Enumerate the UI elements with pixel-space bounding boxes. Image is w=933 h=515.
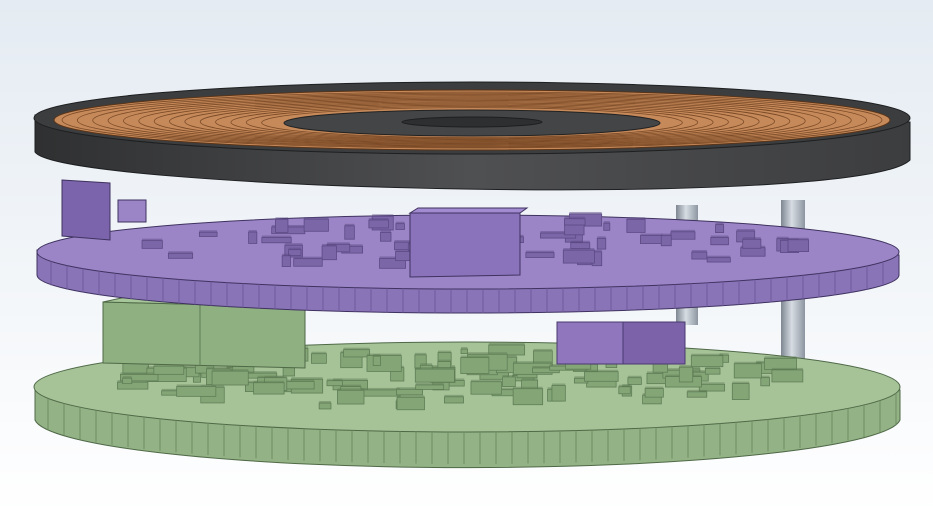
smd-component — [690, 353, 724, 368]
smd-component — [414, 367, 455, 383]
smd-component — [460, 355, 490, 374]
smd-component — [670, 229, 696, 240]
smd-component — [460, 347, 468, 355]
smd-component — [627, 375, 642, 385]
smd-component — [742, 237, 762, 249]
smd-component — [286, 379, 315, 390]
smd-component — [771, 367, 804, 383]
smd-component — [686, 389, 708, 398]
smd-component — [117, 380, 149, 390]
smd-component — [626, 217, 646, 233]
smd-component — [570, 240, 591, 250]
smd-component — [715, 222, 725, 233]
smd-component — [167, 251, 194, 259]
upper-board-tall-component[interactable] — [408, 207, 529, 278]
smd-component — [678, 365, 694, 383]
coil-assembly[interactable] — [33, 81, 911, 191]
smd-component — [395, 221, 405, 230]
smd-component — [470, 379, 502, 395]
smd-component — [198, 230, 218, 237]
smd-component — [337, 388, 365, 405]
smd-component — [293, 256, 323, 267]
smd-component — [640, 233, 663, 244]
smd-component — [564, 216, 586, 226]
smd-component — [618, 384, 631, 395]
smd-component — [153, 364, 185, 375]
smd-component — [281, 253, 291, 267]
smd-component — [248, 230, 258, 244]
smd-component — [603, 221, 611, 231]
smd-component — [141, 238, 163, 249]
coil-center-hole — [401, 116, 543, 128]
smd-component — [444, 394, 464, 404]
smd-component — [380, 230, 392, 242]
smd-component — [698, 382, 726, 392]
smd-component — [733, 361, 762, 379]
smd-component — [344, 223, 355, 240]
smd-component — [596, 236, 607, 250]
smd-component — [176, 384, 217, 397]
smd-component — [787, 237, 810, 252]
smd-component — [551, 383, 566, 402]
smd-component — [396, 395, 425, 411]
smd-component — [321, 243, 337, 261]
smd-component — [360, 387, 401, 397]
smd-component — [326, 378, 343, 387]
smd-component — [303, 217, 329, 232]
smd-component — [704, 366, 721, 375]
smd-component — [710, 235, 729, 246]
smd-component — [706, 255, 731, 263]
smd-component — [318, 401, 332, 410]
smd-component — [372, 354, 381, 366]
smd-component — [122, 376, 133, 385]
smd-component — [512, 386, 544, 406]
smd-component — [253, 380, 285, 395]
smd-component — [760, 375, 770, 387]
smd-component — [311, 351, 327, 364]
assembly-3d-view — [0, 0, 933, 515]
smd-component — [415, 382, 445, 390]
smd-component — [275, 217, 289, 233]
smd-component — [368, 217, 389, 229]
smd-component — [502, 374, 516, 388]
smd-component — [691, 250, 708, 260]
smd-component — [343, 347, 371, 358]
smd-component — [211, 369, 249, 386]
smd-component — [562, 248, 595, 264]
board-to-board-connector[interactable] — [556, 321, 686, 365]
smd-component — [437, 359, 452, 369]
smd-component — [644, 386, 664, 398]
smd-component — [764, 356, 797, 370]
cad-viewport[interactable] — [0, 0, 933, 515]
smd-component — [731, 381, 750, 400]
smd-component — [525, 250, 555, 258]
smd-component — [261, 235, 292, 244]
smd-component — [660, 233, 672, 247]
smd-component — [366, 353, 402, 372]
smd-component — [584, 369, 619, 382]
